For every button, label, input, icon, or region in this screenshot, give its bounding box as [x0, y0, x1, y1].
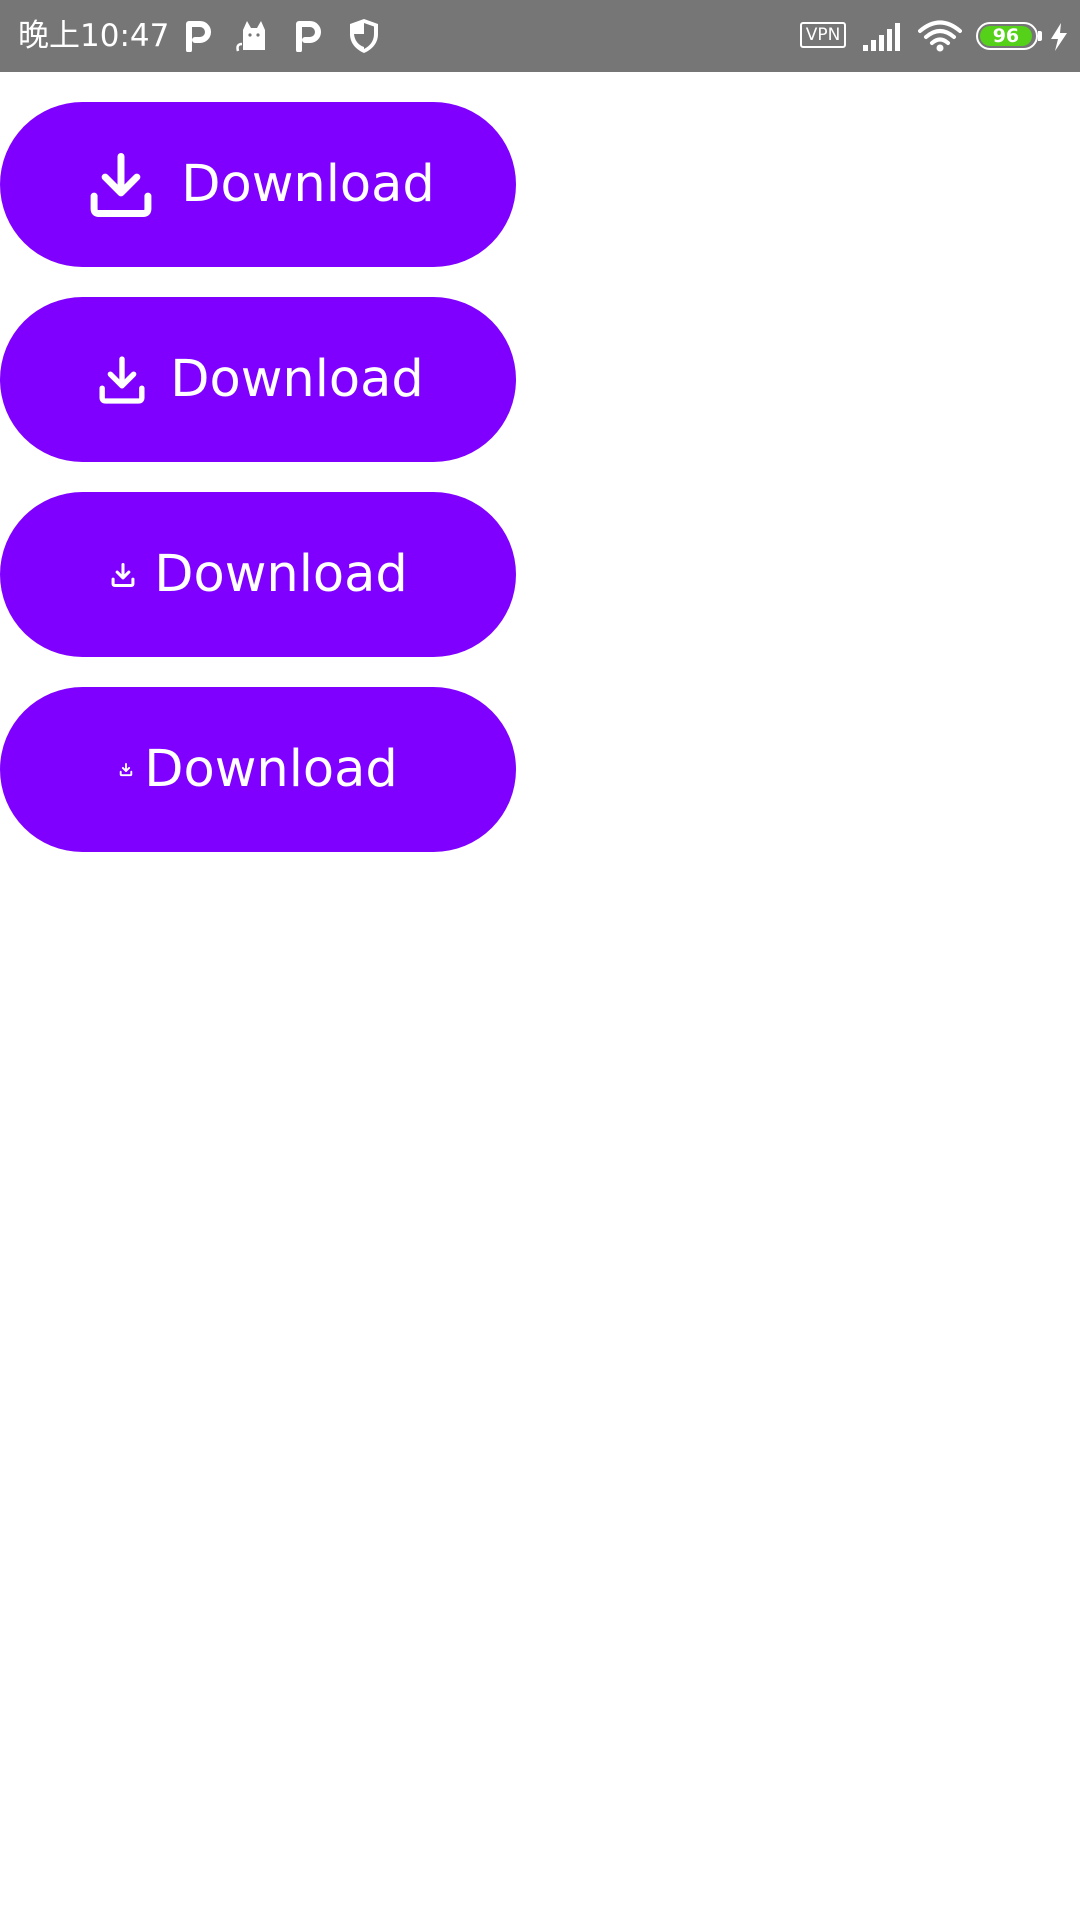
wifi-icon [918, 20, 962, 52]
download-button-4[interactable]: Download [0, 687, 516, 852]
status-bar: 晚上10:47 VPN 96 [0, 0, 1080, 72]
vpn-badge: VPN [800, 22, 846, 48]
p-app-icon [186, 21, 211, 52]
download-button-1[interactable]: Download [0, 102, 516, 267]
battery-icon: 96 [976, 22, 1038, 50]
vpn-label: VPN [805, 25, 841, 45]
charging-icon [1051, 23, 1067, 51]
battery-fill: 96 [980, 26, 1032, 46]
shield-icon [350, 19, 378, 53]
download-button-label: Download [144, 739, 398, 799]
download-icon [90, 152, 152, 217]
battery-percent: 96 [992, 25, 1020, 47]
p-app-icon [296, 21, 321, 52]
status-time: 晚上10:47 [18, 18, 170, 54]
download-button-label: Download [181, 154, 435, 214]
battery-tip [1038, 31, 1042, 41]
download-icon [111, 562, 135, 587]
download-button-label: Download [154, 544, 408, 604]
signal-icon [863, 23, 900, 51]
cat-app-icon [236, 21, 265, 52]
download-icon [119, 762, 133, 777]
download-button-3[interactable]: Download [0, 492, 516, 657]
download-icon [99, 355, 145, 404]
download-button-2[interactable]: Download [0, 297, 516, 462]
download-button-label: Download [170, 349, 424, 409]
